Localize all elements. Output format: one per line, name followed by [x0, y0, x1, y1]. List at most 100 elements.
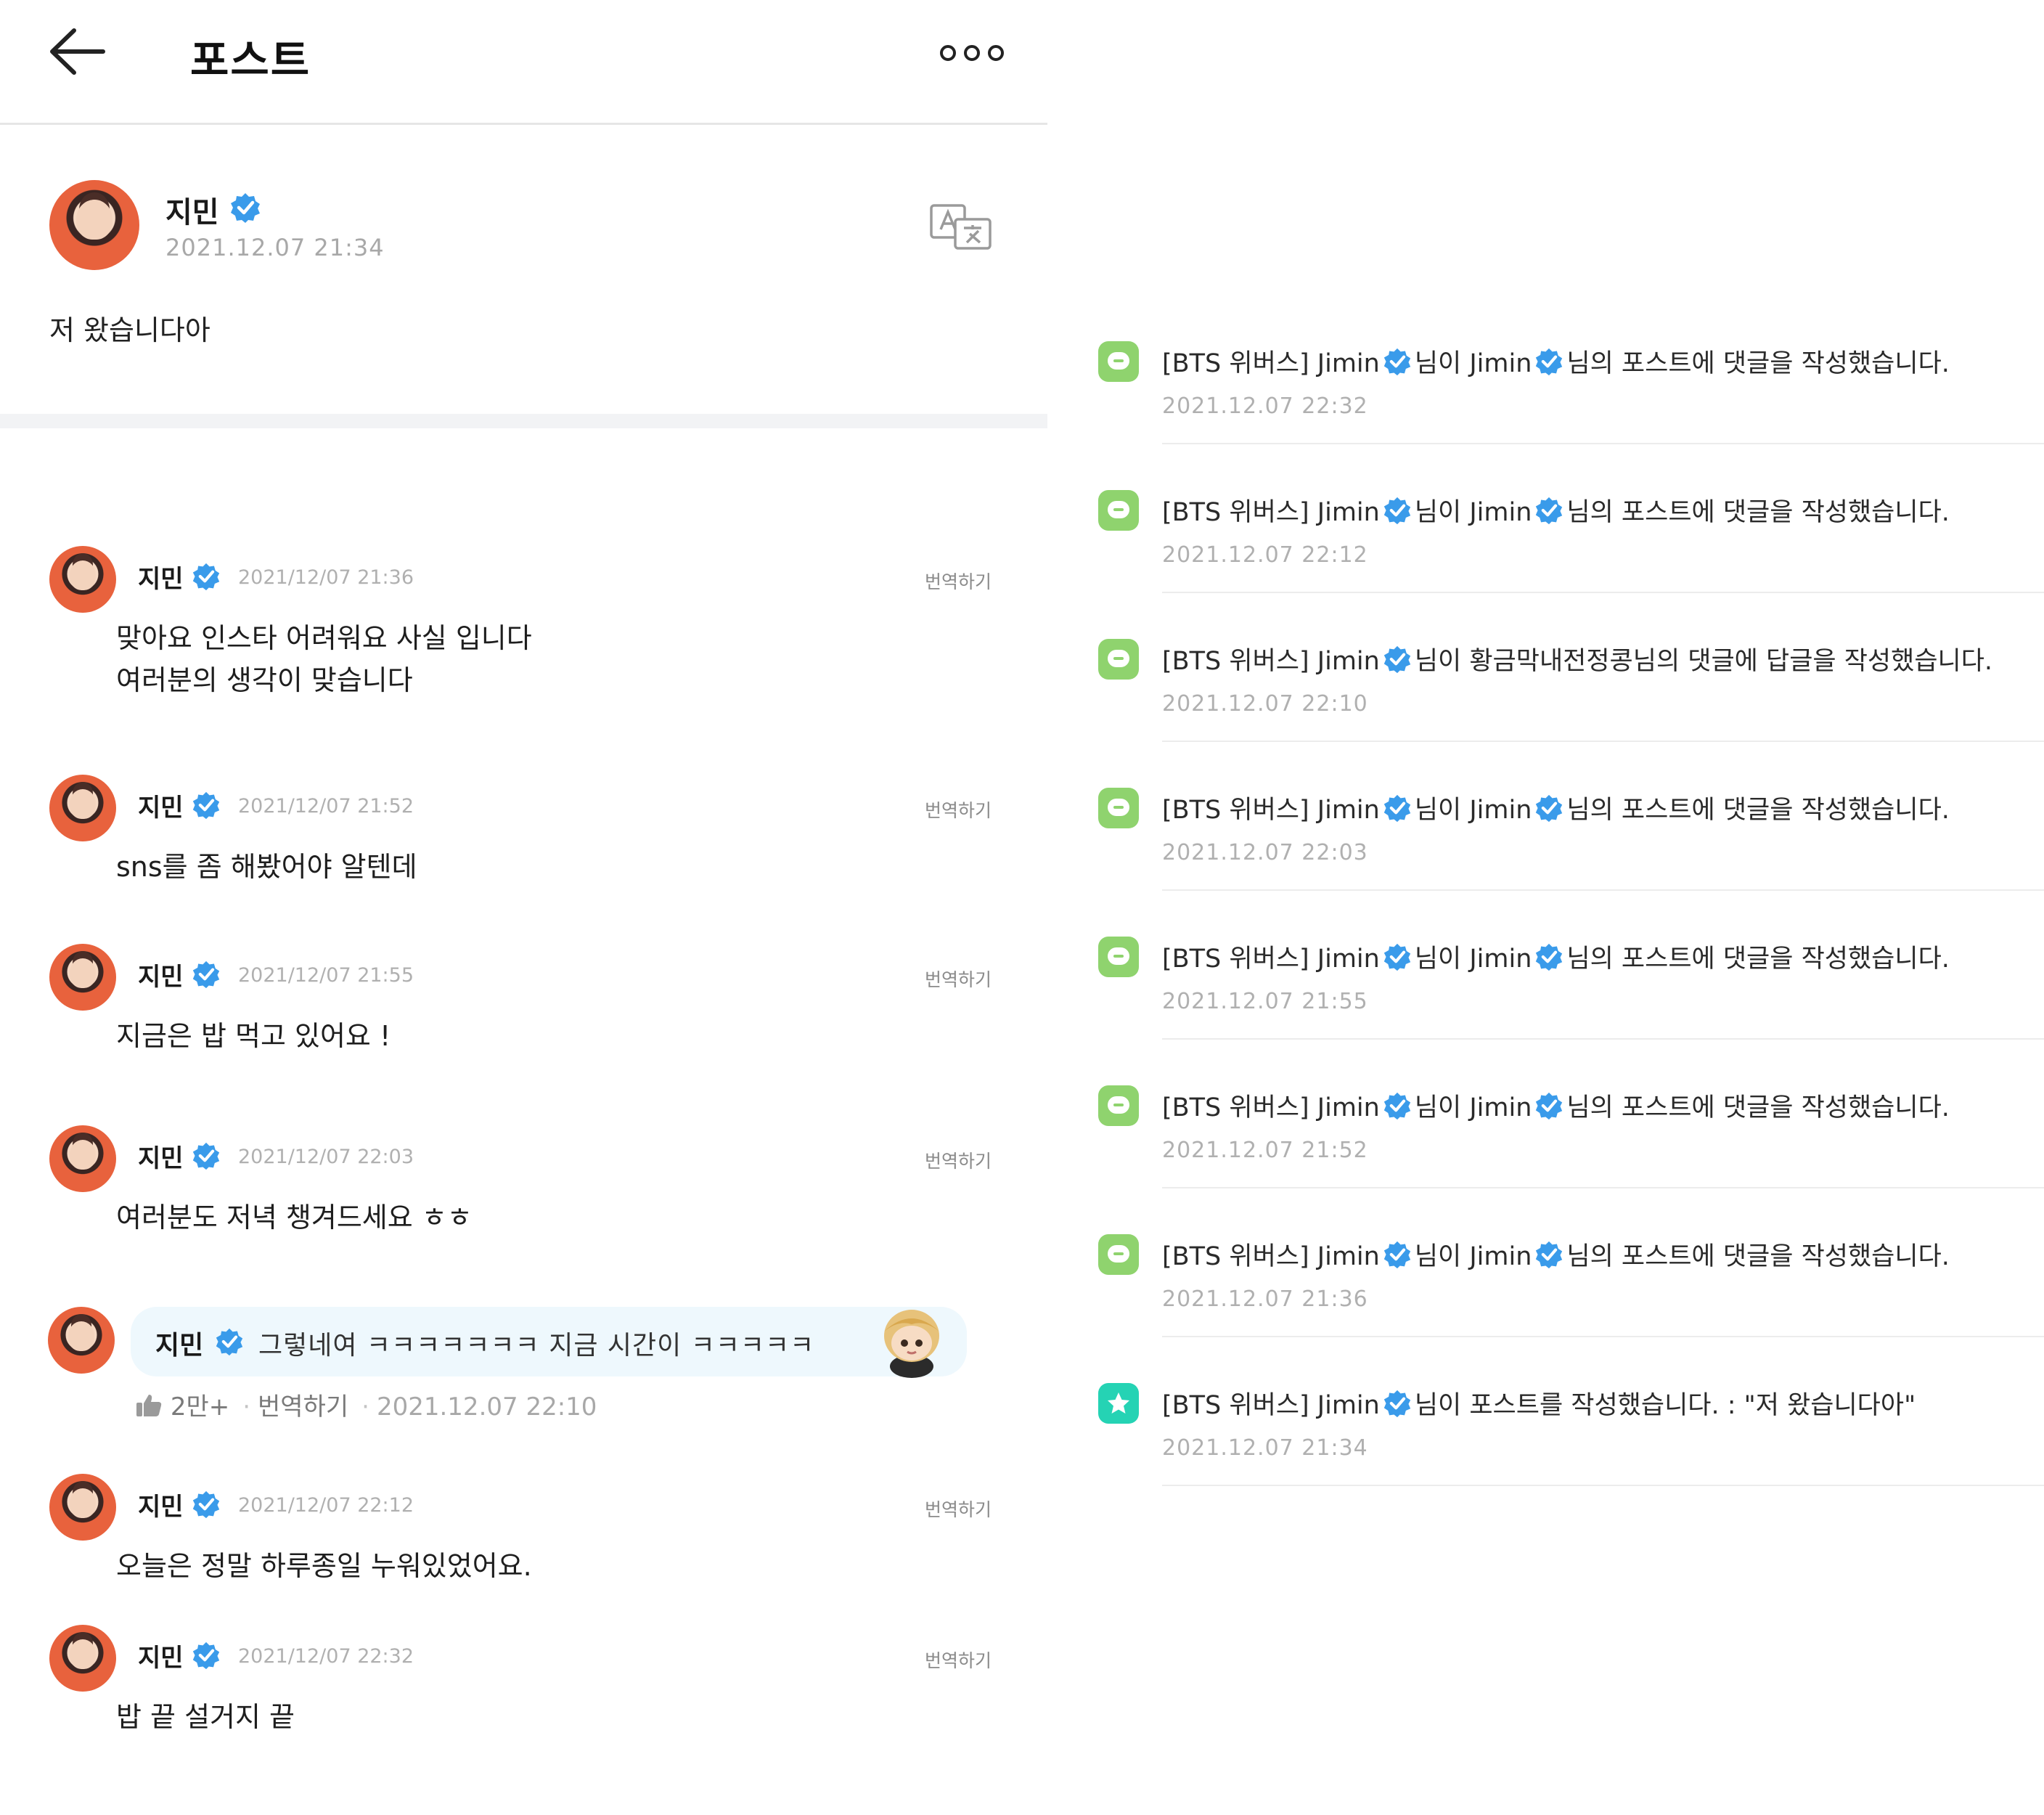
arrow-left-icon[interactable]: [48, 26, 106, 77]
notification-source: [BTS 위버스] Jimin: [1162, 1093, 1380, 1122]
post-panel: 포스트 지민 2021.12.07 21:34 저 왔습니다아 지민 2021/…: [0, 0, 1047, 1815]
comment-date: 2021/12/07 21:52: [238, 795, 414, 817]
comment-icon: [1098, 1234, 1139, 1275]
comment-author[interactable]: 지민: [138, 1638, 184, 1673]
avatar[interactable]: [49, 1625, 116, 1692]
reply-date: 2021.12.07 22:10: [376, 1392, 597, 1422]
translate-link[interactable]: 번역하기: [925, 1496, 992, 1522]
comment-icon: [1098, 639, 1139, 680]
translate-link[interactable]: 번역하기: [258, 1392, 348, 1422]
comment-author[interactable]: 지민: [138, 1138, 184, 1174]
character-sticker-icon: [884, 1310, 939, 1378]
verified-badge-icon: [1536, 1241, 1563, 1269]
verified-badge-icon: [1536, 497, 1563, 525]
verified-badge-icon: [192, 1490, 220, 1519]
notification-action: 님이 Jimin: [1414, 498, 1532, 527]
comment-date: 2021/12/07 22:32: [238, 1645, 414, 1668]
notification-text: [BTS 위버스] Jimin 님이 Jimin 님의 포스트에 댓글을 작성했습니…: [1162, 1236, 1950, 1273]
comment-date: 2021/12/07 22:03: [238, 1146, 414, 1168]
divider: [1162, 1485, 2044, 1486]
notification-item[interactable]: [BTS 위버스] Jimin 님이 Jimin 님의 포스트에 댓글을 작성했습니…: [1047, 489, 2044, 637]
notification-item[interactable]: [BTS 위버스] Jimin 님이 Jimin 님의 포스트에 댓글을 작성했습니…: [1047, 1084, 2044, 1233]
comment-icon: [1098, 937, 1139, 977]
notification-item[interactable]: [BTS 위버스] Jimin 님이 황금막내전정콩님의 댓글에 답글을 작성했습…: [1047, 637, 2044, 786]
comment-icon: [1098, 1085, 1139, 1126]
translate-icon[interactable]: [929, 203, 993, 251]
notification-time: 2021.12.07 22:12: [1162, 542, 1368, 568]
notification-action: 님이 Jimin: [1414, 796, 1532, 825]
notification-action: 님이 Jimin: [1414, 1093, 1532, 1122]
notification-text: [BTS 위버스] Jimin 님이 Jimin 님의 포스트에 댓글을 작성했습니…: [1162, 492, 1950, 529]
translate-link[interactable]: 번역하기: [925, 1147, 992, 1173]
notification-time: 2021.12.07 22:32: [1162, 393, 1368, 419]
translate-link[interactable]: 번역하기: [925, 966, 992, 992]
notification-text: [BTS 위버스] Jimin 님이 Jimin 님의 포스트에 댓글을 작성했습니…: [1162, 789, 1950, 826]
verified-badge-icon: [1536, 943, 1563, 971]
comment-author[interactable]: 지민: [138, 788, 184, 823]
notification-text: [BTS 위버스] Jimin 님이 Jimin 님의 포스트에 댓글을 작성했습니…: [1162, 938, 1950, 975]
avatar[interactable]: [49, 1125, 116, 1192]
translate-link[interactable]: 번역하기: [925, 1647, 992, 1673]
notification-item[interactable]: [BTS 위버스] Jimin 님이 Jimin 님의 포스트에 댓글을 작성했습니…: [1047, 340, 2044, 489]
reply-meta: 2만+ · 번역하기 · 2021.12.07 22:10: [135, 1387, 602, 1422]
divider: [1162, 889, 2044, 891]
notification-item[interactable]: [BTS 위버스] Jimin 님이 Jimin 님의 포스트에 댓글을 작성했습니…: [1047, 935, 2044, 1084]
notification-text: [BTS 위버스] Jimin 님이 황금막내전정콩님의 댓글에 답글을 작성했습…: [1162, 640, 1992, 677]
verified-badge-icon: [1536, 1092, 1563, 1120]
notification-item[interactable]: [BTS 위버스] Jimin 님이 Jimin 님의 포스트에 댓글을 작성했습니…: [1047, 1233, 2044, 1382]
star-icon: [1098, 1383, 1139, 1424]
comment-author[interactable]: 지민: [138, 957, 184, 992]
more-dots-icon[interactable]: [939, 42, 1005, 64]
reply-author[interactable]: 지민: [155, 1324, 203, 1362]
avatar[interactable]: [49, 775, 116, 841]
notification-target: 님의 포스트에 댓글을 작성했습니다.: [1566, 945, 1950, 974]
verified-badge-icon: [1536, 794, 1563, 823]
notification-time: 2021.12.07 22:03: [1162, 840, 1368, 865]
notification-source: [BTS 위버스] Jimin: [1162, 349, 1380, 378]
verified-badge-icon: [1383, 1241, 1411, 1269]
translate-link[interactable]: 번역하기: [925, 796, 992, 823]
notification-text: [BTS 위버스] Jimin 님이 Jimin 님의 포스트에 댓글을 작성했습니…: [1162, 1087, 1950, 1124]
avatar[interactable]: [49, 546, 116, 613]
section-divider: [0, 414, 1047, 428]
verified-badge-icon: [192, 563, 220, 591]
post-date: 2021.12.07 21:34: [165, 234, 385, 261]
page-title: 포스트: [190, 36, 311, 85]
notification-source: [BTS 위버스] Jimin: [1162, 1391, 1380, 1420]
verified-badge-icon: [1383, 348, 1411, 376]
comment-text: 밥 끝 설거지 끝: [116, 1701, 295, 1733]
like-count: 2만+: [170, 1392, 230, 1422]
notification-action: 님이 Jimin: [1414, 1242, 1532, 1271]
translate-link[interactable]: 번역하기: [925, 568, 992, 594]
comment-text: 여러분도 저녁 챙겨드세요 ㅎㅎ: [116, 1202, 473, 1233]
notification-item[interactable]: [BTS 위버스] Jimin 님이 Jimin 님의 포스트에 댓글을 작성했습니…: [1047, 786, 2044, 935]
avatar[interactable]: [49, 180, 139, 270]
verified-badge-icon: [192, 960, 220, 989]
verified-badge-icon: [1383, 943, 1411, 971]
avatar[interactable]: [48, 1307, 115, 1374]
notification-time: 2021.12.07 21:55: [1162, 989, 1368, 1014]
verified-badge-icon: [1536, 348, 1563, 376]
comment-author[interactable]: 지민: [138, 1487, 184, 1522]
notification-item[interactable]: [BTS 위버스] Jimin 님이 포스트를 작성했습니다. : "저 왔습니다…: [1047, 1382, 2044, 1530]
verified-badge-icon: [192, 791, 220, 820]
verified-badge-icon: [1383, 1092, 1411, 1120]
comment-icon: [1098, 341, 1139, 382]
comment-author[interactable]: 지민: [138, 559, 184, 595]
post-body: 저 왔습니다아: [49, 314, 210, 346]
divider: [1162, 1038, 2044, 1040]
author-name[interactable]: 지민: [165, 189, 219, 231]
thumbs-up-icon[interactable]: [135, 1393, 163, 1418]
notification-target: 님의 포스트에 댓글을 작성했습니다.: [1566, 349, 1950, 378]
notification-target: 님의 포스트에 댓글을 작성했습니다.: [1566, 796, 1950, 825]
verified-badge-icon: [1383, 794, 1411, 823]
comment-date: 2021/12/07 21:36: [238, 566, 414, 589]
reply-text: 그렇네여 ㅋㅋㅋㅋㅋㅋㅋ 지금 시간이 ㅋㅋㅋㅋㅋ: [258, 1331, 815, 1361]
avatar[interactable]: [49, 944, 116, 1011]
avatar[interactable]: [49, 1474, 116, 1541]
comment-text: 지금은 밥 먹고 있어요 !: [116, 1020, 391, 1052]
highlighted-reply: 지민 그렇네여 ㅋㅋㅋㅋㅋㅋㅋ 지금 시간이 ㅋㅋㅋㅋㅋ 2만+ · 번역하기 · 20…: [0, 1307, 1047, 1437]
notification-source: [BTS 위버스] Jimin: [1162, 1242, 1380, 1271]
notification-text: [BTS 위버스] Jimin 님이 포스트를 작성했습니다. : "저 왔습니다…: [1162, 1384, 1916, 1422]
notification-panel: [BTS 위버스] Jimin 님이 Jimin 님의 포스트에 댓글을 작성했습니…: [1047, 0, 2044, 1815]
